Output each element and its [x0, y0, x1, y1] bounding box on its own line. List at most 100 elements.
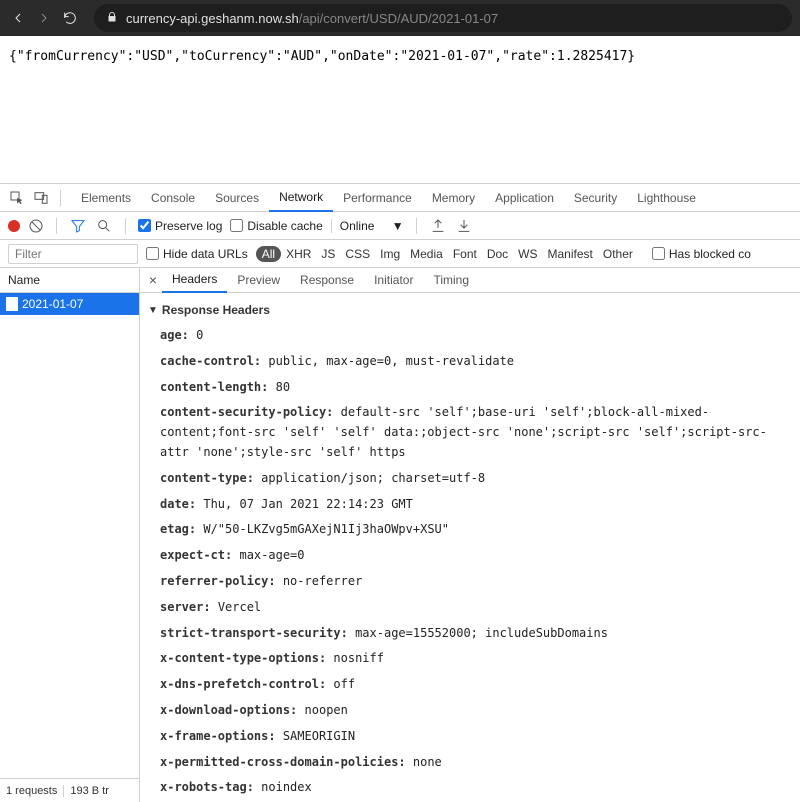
footer-transfer: 193 B tr: [70, 785, 115, 797]
header-name: age:: [160, 328, 189, 342]
separator: [416, 218, 417, 234]
hide-data-urls-checkbox[interactable]: Hide data URLs: [146, 247, 248, 261]
detail-tab-headers[interactable]: Headers: [162, 268, 227, 293]
header-name: x-content-type-options:: [160, 651, 326, 665]
filter-type-media[interactable]: Media: [405, 247, 448, 261]
reload-button[interactable]: [60, 8, 80, 28]
tab-security[interactable]: Security: [564, 184, 627, 212]
separator: [60, 190, 61, 206]
filter-type-manifest[interactable]: Manifest: [543, 247, 598, 261]
search-icon[interactable]: [95, 217, 113, 235]
tab-application[interactable]: Application: [485, 184, 564, 212]
throttle-select[interactable]: Online ▼: [331, 219, 404, 233]
header-value: Thu, 07 Jan 2021 22:14:23 GMT: [203, 497, 413, 511]
filter-type-xhr[interactable]: XHR: [281, 247, 316, 261]
devtools-tabs: ElementsConsoleSourcesNetworkPerformance…: [71, 184, 706, 212]
header-value: off: [333, 677, 355, 691]
header-value: no-referrer: [283, 574, 362, 588]
header-value: noopen: [305, 703, 348, 717]
disable-cache-checkbox[interactable]: Disable cache: [230, 219, 322, 233]
file-icon: [6, 297, 18, 311]
filter-input[interactable]: [8, 244, 138, 264]
request-list: Name 2021-01-07 1 requests 193 B tr: [0, 268, 140, 802]
clear-button[interactable]: [28, 218, 44, 234]
tab-memory[interactable]: Memory: [422, 184, 485, 212]
filter-toggle-icon[interactable]: [69, 217, 87, 235]
header-name: referrer-policy:: [160, 574, 276, 588]
header-value: max-age=0: [239, 548, 304, 562]
download-har-icon[interactable]: [455, 217, 473, 235]
filter-type-css[interactable]: CSS: [340, 247, 375, 261]
header-value: nosniff: [333, 651, 384, 665]
lock-icon: [106, 11, 118, 26]
header-name: content-security-policy:: [160, 405, 333, 419]
header-row: x-dns-prefetch-control: off: [140, 672, 790, 698]
header-name: cache-control:: [160, 354, 261, 368]
device-toggle-icon[interactable]: [32, 189, 50, 207]
browser-chrome: currency-api.geshanm.now.sh/api/convert/…: [0, 0, 800, 36]
header-value: 0: [196, 328, 203, 342]
header-row: content-security-policy: default-src 'se…: [140, 400, 790, 465]
record-button[interactable]: [8, 220, 20, 232]
detail-tab-preview[interactable]: Preview: [227, 268, 290, 293]
request-list-footer: 1 requests 193 B tr: [0, 778, 139, 802]
inspect-icon[interactable]: [8, 189, 26, 207]
detail-tab-initiator[interactable]: Initiator: [364, 268, 423, 293]
tab-console[interactable]: Console: [141, 184, 205, 212]
header-row: x-frame-options: SAMEORIGIN: [140, 724, 790, 750]
has-blocked-checkbox[interactable]: Has blocked co: [652, 247, 751, 261]
header-row: strict-transport-security: max-age=15552…: [140, 621, 790, 647]
filter-type-js[interactable]: JS: [316, 247, 340, 261]
header-name: x-permitted-cross-domain-policies:: [160, 755, 406, 769]
response-headers-section[interactable]: ▼ Response Headers: [140, 299, 790, 323]
detail-tab-response[interactable]: Response: [290, 268, 364, 293]
separator: [125, 218, 126, 234]
header-name: date:: [160, 497, 196, 511]
detail-body: ▼ Response Headers age: 0cache-control: …: [140, 293, 800, 802]
url-bar[interactable]: currency-api.geshanm.now.sh/api/convert/…: [94, 4, 792, 32]
tab-performance[interactable]: Performance: [333, 184, 422, 212]
network-body: Name 2021-01-07 1 requests 193 B tr × He…: [0, 268, 800, 802]
header-name: content-length:: [160, 380, 268, 394]
header-value: W/"50-LKZvg5mGAXejN1Ij3haOWpv+XSU": [203, 522, 449, 536]
tab-sources[interactable]: Sources: [205, 184, 269, 212]
header-row: age: 0: [140, 323, 790, 349]
header-name: x-robots-tag:: [160, 780, 254, 794]
request-name: 2021-01-07: [22, 297, 83, 311]
type-filters: AllXHRJSCSSImgMediaFontDocWSManifestOthe…: [256, 246, 638, 262]
tab-network[interactable]: Network: [269, 184, 333, 212]
upload-har-icon[interactable]: [429, 217, 447, 235]
triangle-down-icon: ▼: [148, 305, 158, 316]
filter-type-img[interactable]: Img: [375, 247, 405, 261]
preserve-log-checkbox[interactable]: Preserve log: [138, 219, 222, 233]
header-name: expect-ct:: [160, 548, 232, 562]
request-row[interactable]: 2021-01-07: [0, 293, 139, 315]
filter-type-ws[interactable]: WS: [513, 247, 542, 261]
header-row: content-length: 80: [140, 375, 790, 401]
back-button[interactable]: [8, 8, 28, 28]
forward-button[interactable]: [34, 8, 54, 28]
header-name: x-dns-prefetch-control:: [160, 677, 326, 691]
tab-elements[interactable]: Elements: [71, 184, 141, 212]
close-details-button[interactable]: ×: [144, 272, 162, 288]
filter-type-other[interactable]: Other: [598, 247, 638, 261]
detail-pane: × HeadersPreviewResponseInitiatorTiming …: [140, 268, 800, 802]
header-value: noindex: [261, 780, 312, 794]
header-value: 80: [276, 380, 290, 394]
request-list-header[interactable]: Name: [0, 268, 139, 293]
header-row: x-robots-tag: noindex: [140, 775, 790, 801]
filter-type-all[interactable]: All: [256, 246, 281, 262]
network-toolbar: Preserve log Disable cache Online ▼: [0, 212, 800, 240]
header-value: Vercel: [218, 600, 261, 614]
network-filter-row: Hide data URLs AllXHRJSCSSImgMediaFontDo…: [0, 240, 800, 268]
header-value: none: [413, 755, 442, 769]
header-row: etag: W/"50-LKZvg5mGAXejN1Ij3haOWpv+XSU": [140, 517, 790, 543]
detail-tab-timing[interactable]: Timing: [423, 268, 479, 293]
filter-type-font[interactable]: Font: [448, 247, 482, 261]
detail-tabs: × HeadersPreviewResponseInitiatorTiming: [140, 268, 800, 293]
filter-type-doc[interactable]: Doc: [482, 247, 513, 261]
tab-lighthouse[interactable]: Lighthouse: [627, 184, 706, 212]
header-name: strict-transport-security:: [160, 626, 348, 640]
header-row: referrer-policy: no-referrer: [140, 569, 790, 595]
footer-requests: 1 requests: [6, 785, 64, 797]
